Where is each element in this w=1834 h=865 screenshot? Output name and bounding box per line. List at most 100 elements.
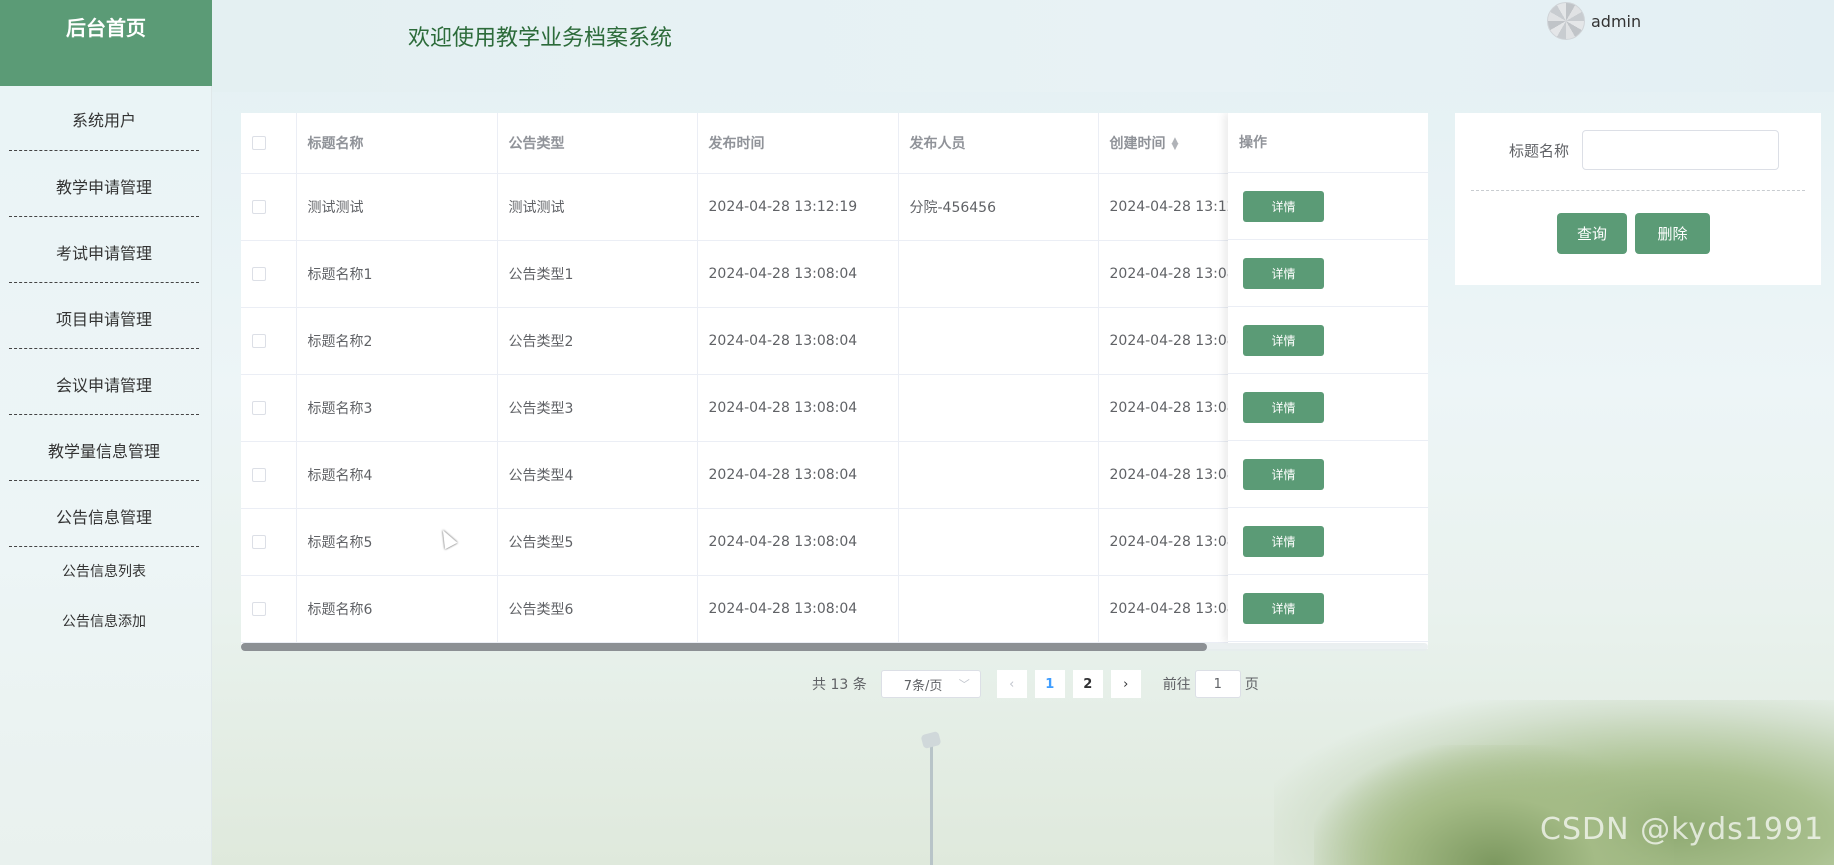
avatar[interactable] (1547, 2, 1585, 40)
cell-publisher (898, 441, 1099, 509)
chevron-down-icon: ﹀ (958, 678, 970, 691)
column-header-publish-time: 发布时间 (697, 113, 899, 174)
action-cell: 详情 (1228, 240, 1428, 307)
cell-publisher (898, 575, 1099, 643)
row-select-cell (241, 508, 297, 576)
chevron-left-icon: ‹ (1009, 676, 1015, 692)
row-checkbox[interactable] (252, 266, 266, 281)
cell-created: 2024-04-28 13:08:0 (1098, 240, 1229, 308)
table-horizontal-scrollbar[interactable] (241, 643, 1428, 651)
cell-type: 公告类型4 (497, 441, 698, 509)
goto-page-input[interactable] (1194, 670, 1241, 698)
cell-type: 公告类型1 (497, 240, 698, 308)
cell-created: 2024-04-28 13:12:1 (1098, 173, 1229, 241)
sidebar-subitem-announcement-add[interactable]: 公告信息添加 (9, 597, 199, 647)
sidebar: 系统用户 教学申请管理 考试申请管理 项目申请管理 会议申请管理 教学量信息管理… (0, 86, 212, 865)
announcement-table: 标题名称 公告类型 发布时间 发布人员 创建时间 ▲ ▼ 测试测试 测试测试 202… (241, 113, 1428, 649)
search-panel: 标题名称 查询 删除 (1455, 113, 1821, 285)
cell-publish-time: 2024-04-28 13:08:04 (697, 374, 899, 442)
next-page-button[interactable]: › (1110, 670, 1141, 698)
row-select-cell (241, 441, 297, 509)
cell-title: 标题名称5 (296, 508, 498, 576)
sidebar-item-teaching-application[interactable]: 教学申请管理 (9, 151, 199, 217)
background-lamp-head (920, 730, 942, 750)
search-title-input[interactable] (1582, 130, 1779, 170)
cell-title: 标题名称3 (296, 374, 498, 442)
column-header-publisher: 发布人员 (898, 113, 1099, 174)
scrollbar-thumb[interactable] (241, 643, 1207, 651)
cell-publisher (898, 240, 1099, 308)
row-checkbox[interactable] (252, 601, 266, 616)
detail-button[interactable]: 详情 (1243, 526, 1324, 557)
select-all-checkbox[interactable] (252, 135, 266, 150)
cell-publisher (898, 508, 1099, 576)
row-checkbox[interactable] (252, 333, 266, 348)
row-select-cell (241, 307, 297, 375)
sidebar-subitem-announcement-list[interactable]: 公告信息列表 (9, 547, 199, 597)
cell-created: 2024-04-28 13:08:0 (1098, 441, 1229, 509)
cell-publish-time: 2024-04-28 13:08:04 (697, 508, 899, 576)
search-divider (1471, 190, 1805, 191)
sort-icon[interactable]: ▲ ▼ (1172, 136, 1179, 151)
fixed-actions-column: 操作 详情 详情 详情 详情 详情 详情 详情 (1228, 113, 1428, 643)
home-logo-button[interactable]: 后台首页 (0, 0, 212, 86)
detail-button[interactable]: 详情 (1243, 459, 1324, 490)
detail-button[interactable]: 详情 (1243, 258, 1324, 289)
cell-publisher (898, 374, 1099, 442)
query-button[interactable]: 查询 (1557, 213, 1627, 254)
detail-button[interactable]: 详情 (1243, 325, 1324, 356)
action-cell: 详情 (1228, 508, 1428, 575)
sidebar-item-teaching-load[interactable]: 教学量信息管理 (9, 415, 199, 481)
prev-page-button[interactable]: ‹ (996, 670, 1027, 698)
goto-prefix: 前往 (1162, 677, 1191, 693)
select-all-cell (241, 113, 297, 174)
search-title-label: 标题名称 (1509, 142, 1570, 160)
cell-title: 标题名称2 (296, 307, 498, 375)
sidebar-item-exam-application[interactable]: 考试申请管理 (9, 217, 199, 283)
cell-type: 公告类型5 (497, 508, 698, 576)
username-label[interactable]: admin (1591, 12, 1641, 31)
goto-suffix: 页 (1244, 677, 1259, 693)
sidebar-item-announcements[interactable]: 公告信息管理 (9, 481, 199, 547)
row-checkbox[interactable] (252, 199, 266, 214)
row-select-cell (241, 240, 297, 308)
sidebar-item-project-application[interactable]: 项目申请管理 (9, 283, 199, 349)
cell-type: 公告类型2 (497, 307, 698, 375)
cell-type: 公告类型3 (497, 374, 698, 442)
cell-title: 标题名称6 (296, 575, 498, 643)
column-header-type: 公告类型 (497, 113, 698, 174)
detail-button[interactable]: 详情 (1243, 392, 1324, 423)
row-select-cell (241, 575, 297, 643)
detail-button[interactable]: 详情 (1243, 191, 1324, 222)
cell-publish-time: 2024-04-28 13:08:04 (697, 307, 899, 375)
page-number-1[interactable]: 1 (1034, 670, 1065, 698)
row-checkbox[interactable] (252, 467, 266, 482)
chevron-right-icon: › (1123, 676, 1129, 692)
column-header-created[interactable]: 创建时间 ▲ ▼ (1098, 113, 1229, 174)
sidebar-item-meeting-application[interactable]: 会议申请管理 (9, 349, 199, 415)
cell-publish-time: 2024-04-28 13:08:04 (697, 240, 899, 308)
page-number-2[interactable]: 2 (1072, 670, 1103, 698)
action-cell: 详情 (1228, 575, 1428, 642)
page-size-select[interactable]: 7条/页 ﹀ (880, 670, 981, 698)
background-lamp-post (930, 745, 933, 865)
page-title: 欢迎使用教学业务档案系统 (408, 26, 673, 51)
page-size-value: 7条/页 (903, 678, 943, 694)
column-header-actions: 操作 (1228, 113, 1428, 173)
action-cell: 详情 (1228, 374, 1428, 441)
row-checkbox[interactable] (252, 534, 266, 549)
cell-publish-time: 2024-04-28 13:08:04 (697, 575, 899, 643)
detail-button[interactable]: 详情 (1243, 593, 1324, 624)
sidebar-item-system-users[interactable]: 系统用户 (9, 86, 199, 151)
cell-publish-time: 2024-04-28 13:12:19 (697, 173, 899, 241)
pagination: 共 13 条 7条/页 ﹀ ‹ 1 2 › 前往 页 (812, 670, 1259, 698)
pagination-total: 共 13 条 (812, 677, 867, 693)
watermark: CSDN @kyds1991 (1540, 812, 1825, 847)
cell-type: 测试测试 (497, 173, 698, 241)
cell-publisher (898, 307, 1099, 375)
delete-button[interactable]: 删除 (1635, 213, 1710, 254)
cell-created: 2024-04-28 13:08:0 (1098, 307, 1229, 375)
action-cell: 详情 (1228, 441, 1428, 508)
row-checkbox[interactable] (252, 400, 266, 415)
cell-title: 测试测试 (296, 173, 498, 241)
